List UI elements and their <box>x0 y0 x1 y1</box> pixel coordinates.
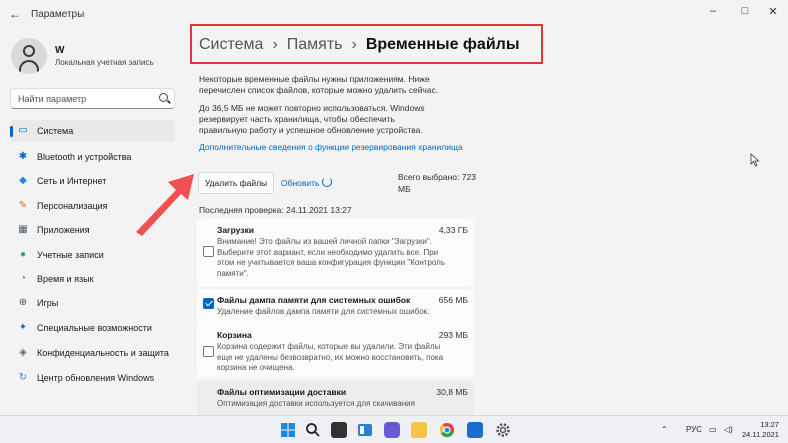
monitor-icon: ▭ <box>18 125 28 136</box>
close-button[interactable]: ✕ <box>766 5 780 18</box>
file-size: 656 МБ <box>438 295 468 305</box>
clock-date: 24.11.2021 <box>742 430 779 439</box>
page-title: Временные файлы <box>365 36 520 53</box>
checkbox-dumps[interactable] <box>203 298 214 309</box>
file-size: 293 МБ <box>438 330 468 340</box>
account-type: Локальная учетная запись <box>55 58 154 67</box>
file-card-downloads: Загрузки 4,33 ГБ Внимание! Это файлы из … <box>197 219 474 287</box>
search-placeholder: Найти параметр <box>18 94 87 104</box>
sidebar-item[interactable]: ↻ Центр обновления Windows <box>10 367 175 389</box>
clock-time: 13:27 <box>760 420 779 429</box>
accounts-icon: ● <box>19 249 27 260</box>
shield-icon: ◈ <box>19 347 27 358</box>
taskbar-search-icon[interactable] <box>305 422 321 438</box>
mouse-cursor-icon <box>750 153 760 167</box>
chevron-up-icon[interactable]: ⌃ <box>661 425 668 434</box>
settings-gear-icon[interactable] <box>495 422 511 438</box>
avatar[interactable] <box>11 38 47 74</box>
task-view-icon[interactable] <box>331 422 347 438</box>
sidebar-item[interactable]: ✦ Специальные возможности <box>10 317 175 339</box>
globe-icon: ◔ <box>19 273 27 284</box>
sidebar-item-label: Время и язык <box>37 274 94 284</box>
start-icon[interactable] <box>280 422 296 438</box>
file-explorer-icon[interactable] <box>411 422 427 438</box>
file-size: 4,33 ГБ <box>438 225 468 235</box>
chrome-icon[interactable] <box>439 422 455 438</box>
breadcrumb: Система › Память › Временные файлы <box>199 36 519 54</box>
sidebar-item-label: Конфиденциальность и защита <box>37 348 169 358</box>
search-icon[interactable] <box>159 93 168 102</box>
sidebar-item[interactable]: ⊕ Игры <box>10 292 175 314</box>
apps-icon: ▦ <box>18 224 28 235</box>
file-title: Загрузки <box>217 225 254 235</box>
window-title: Параметры <box>31 9 85 20</box>
maximize-button[interactable]: □ <box>738 5 752 17</box>
sidebar-item[interactable]: ● Учетные записи <box>10 244 175 266</box>
chevron-right-icon: › <box>272 36 278 53</box>
taskbar: ⌃ РУС ▭ ◁) 13:27 24.11.2021 <box>0 415 788 443</box>
search-input[interactable]: Найти параметр <box>10 88 175 109</box>
widgets-icon[interactable] <box>357 422 373 438</box>
file-title: Файлы оптимизации доставки <box>217 387 347 397</box>
sidebar-item-label: Учетные записи <box>37 250 104 260</box>
file-desc: Корзина содержит файлы, которые вы удали… <box>217 342 444 372</box>
delete-files-button[interactable]: Удалить файлы <box>198 172 274 194</box>
file-title: Корзина <box>217 330 252 340</box>
file-card-delivery: Файлы оптимизации доставки 30,8 МБ Оптим… <box>197 381 474 415</box>
reserve-link[interactable]: Дополнительные сведения о функции резерв… <box>199 142 463 152</box>
sidebar-item-label: Центр обновления Windows <box>37 373 155 383</box>
breadcrumb-system[interactable]: Система <box>199 36 263 53</box>
file-desc: Удаление файлов дампа памяти для системн… <box>217 307 430 316</box>
volume-icon[interactable]: ◁) <box>724 425 733 434</box>
sidebar-item[interactable]: ▭ Система <box>10 120 175 142</box>
network-icon[interactable]: ▭ <box>709 425 717 434</box>
red-arrow-icon <box>136 174 194 236</box>
refresh-link[interactable]: Обновить <box>281 178 320 188</box>
update-icon: ↻ <box>18 372 28 383</box>
file-card-recycle: Корзина 293 МБ Корзина содержит файлы, к… <box>197 324 474 378</box>
sidebar-item-label: Сеть и Интернет <box>37 176 107 186</box>
sidebar-item-label: Персонализация <box>37 201 108 211</box>
sidebar-item-label: Приложения <box>37 225 90 235</box>
person-icon <box>23 45 35 57</box>
bluetooth-icon: ✱ <box>18 151 28 162</box>
wifi-icon: ◆ <box>19 175 27 186</box>
file-size: 30,8 МБ <box>436 387 468 397</box>
breadcrumb-storage[interactable]: Память <box>287 36 343 53</box>
chat-icon[interactable] <box>384 422 400 438</box>
sidebar-item-label: Система <box>37 126 74 136</box>
edge-icon[interactable] <box>467 422 483 438</box>
sidebar-item[interactable]: ◈ Конфиденциальность и защита <box>10 342 175 364</box>
accessibility-icon: ✦ <box>18 322 28 333</box>
brush-icon: ✎ <box>18 200 28 211</box>
sidebar-item[interactable]: ◔ Время и язык <box>10 268 175 290</box>
file-title: Файлы дампа памяти для системных ошибок <box>217 295 411 305</box>
language-indicator[interactable]: РУС <box>686 425 702 434</box>
active-indicator <box>10 126 13 137</box>
clock[interactable]: 13:27 24.11.2021 <box>742 420 779 440</box>
file-desc: Оптимизация доставки используется для ск… <box>217 399 415 408</box>
sidebar-item-label: Bluetooth и устройства <box>37 152 132 162</box>
sidebar-item-label: Игры <box>37 298 59 308</box>
refresh-spinner-icon <box>322 177 332 187</box>
checkbox-recycle[interactable] <box>203 346 214 357</box>
file-card-dumps: Файлы дампа памяти для системных ошибок … <box>197 289 474 327</box>
total-selected: Всего выбрано: 723 МБ <box>398 172 476 194</box>
file-desc: Внимание! Это файлы из вашей личной папк… <box>217 237 445 278</box>
checkbox-downloads[interactable] <box>203 246 214 257</box>
intro-text: Некоторые временные файлы нужны приложен… <box>199 74 439 95</box>
back-arrow-icon[interactable]: ← <box>9 7 21 21</box>
gamepad-icon: ⊕ <box>18 297 28 308</box>
sidebar-item-label: Специальные возможности <box>37 323 152 333</box>
sidebar-item[interactable]: ✱ Bluetooth и устройства <box>10 146 175 168</box>
minimize-button[interactable]: – <box>706 5 720 17</box>
chevron-right-icon: › <box>351 36 357 53</box>
last-scan: Последняя проверка: 24.11.2021 13:27 <box>199 205 352 215</box>
reserve-text: До 36,5 МБ не может повторно использоват… <box>199 103 425 135</box>
user-name: W <box>55 45 65 56</box>
